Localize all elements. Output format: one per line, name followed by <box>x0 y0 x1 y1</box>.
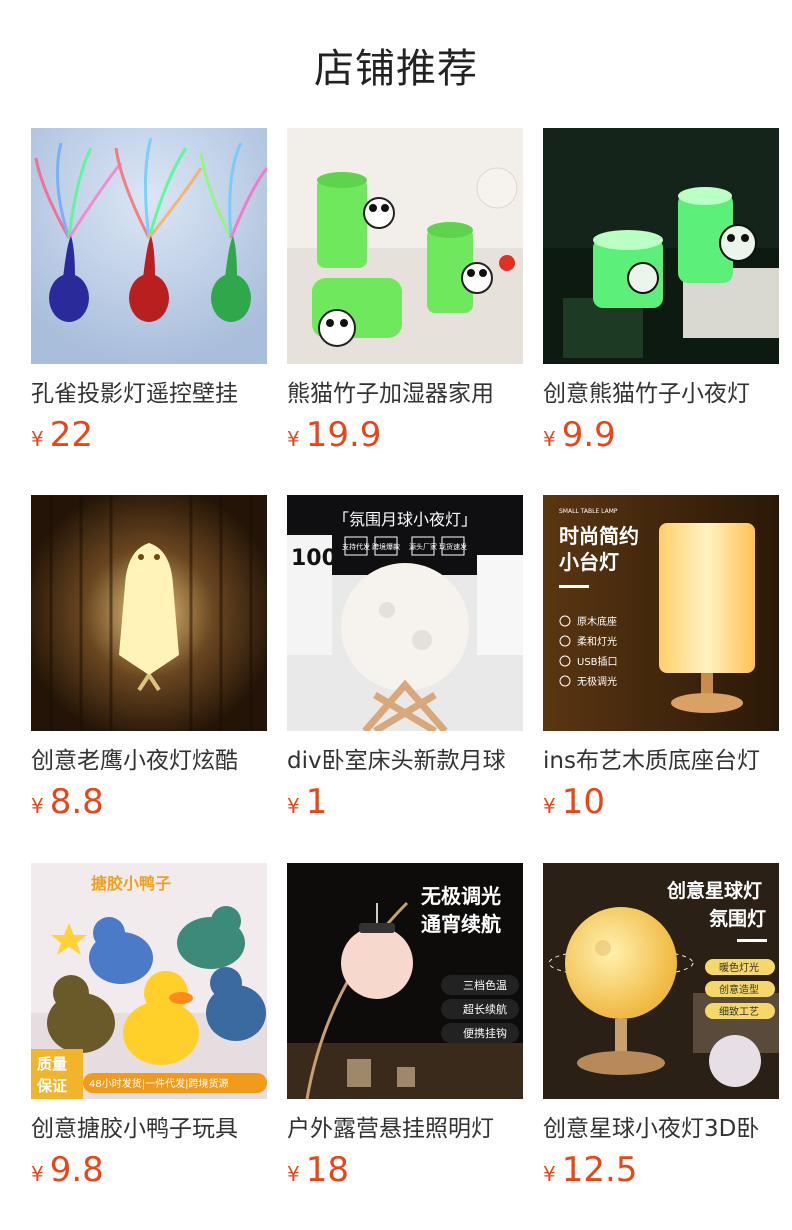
svg-text:现货速发: 现货速发 <box>439 542 467 551</box>
price-value: 19.9 <box>305 415 382 455</box>
svg-text:小台灯: 小台灯 <box>559 550 619 574</box>
product-name[interactable]: ins布艺木质底座台灯 <box>543 746 779 776</box>
currency-symbol: ¥ <box>543 427 556 451</box>
svg-text:氛围灯: 氛围灯 <box>709 907 766 930</box>
price-value: 9.8 <box>49 1150 104 1190</box>
svg-text:创意造型: 创意造型 <box>719 983 759 996</box>
product-price: ¥1 <box>287 782 523 828</box>
product-name[interactable]: div卧室床头新款月球 <box>287 746 523 776</box>
svg-text:USB插口: USB插口 <box>577 655 618 668</box>
svg-text:创意星球灯: 创意星球灯 <box>666 879 762 902</box>
svg-text:三档色温: 三档色温 <box>463 978 507 992</box>
product-name[interactable]: 创意星球小夜灯3D卧 <box>543 1114 779 1144</box>
product-price: ¥8.8 <box>31 782 267 828</box>
currency-symbol: ¥ <box>31 794 44 818</box>
svg-text:无极调光: 无极调光 <box>577 675 617 688</box>
product-image-camping-lamp[interactable]: 无极调光 通宵续航 三档色温 超长续航 便携挂钩 <box>287 863 523 1099</box>
product-name[interactable]: 熊猫竹子加湿器家用 <box>287 379 523 409</box>
product-card[interactable]: 创意老鹰小夜灯炫酷 ¥8.8 <box>31 495 267 828</box>
product-image-moon-lamp[interactable]: 「氛围月球小夜灯」 支持代发 跨境爆款 源头厂家 现货速发 100 <box>287 495 523 731</box>
price-value: 10 <box>561 782 605 822</box>
svg-text:时尚简约: 时尚简约 <box>559 524 639 548</box>
currency-symbol: ¥ <box>543 794 556 818</box>
product-price: ¥12.5 <box>543 1150 779 1196</box>
svg-text:暖色灯光: 暖色灯光 <box>719 961 759 974</box>
image-banner-text: 「氛围月球小夜灯」 <box>333 510 477 529</box>
svg-text:源头厂家: 源头厂家 <box>409 542 437 551</box>
store-recommendations-page: 店铺推荐 孔雀投影灯遥控壁挂 ¥ 22 熊猫竹子加湿器家用 ¥ 19.9 创意熊… <box>0 0 792 1230</box>
product-price: ¥22 <box>31 415 267 461</box>
svg-text:超长续航: 超长续航 <box>463 1002 507 1016</box>
product-name[interactable]: 创意老鹰小夜灯炫酷 <box>31 746 267 776</box>
product-card[interactable]: 熊猫竹子加湿器家用 ¥19.9 <box>287 128 523 461</box>
product-image-vinyl-ducks[interactable]: 搪胶小鸭子 质量 保证 48小时发货|一件代发|跨境货源 <box>31 863 267 1099</box>
product-image-glowing-panda-lamp[interactable] <box>543 128 779 364</box>
product-price: ¥9.8 <box>31 1150 267 1196</box>
price-value: 18 <box>305 1150 349 1190</box>
svg-text:柔和灯光: 柔和灯光 <box>577 635 617 648</box>
product-name[interactable]: 创意熊猫竹子小夜灯 <box>543 379 779 409</box>
product-card[interactable]: 无极调光 通宵续航 三档色温 超长续航 便携挂钩 户外露营悬挂照明灯 ¥18 <box>287 863 523 1196</box>
page-title: 店铺推荐 <box>314 46 478 92</box>
product-image-planet-lamp[interactable]: 创意星球灯 氛围灯 暖色灯光 创意造型 细致工艺 <box>543 863 779 1099</box>
svg-text:质量: 质量 <box>37 1055 67 1073</box>
product-card[interactable]: 「氛围月球小夜灯」 支持代发 跨境爆款 源头厂家 现货速发 100 div卧室床… <box>287 495 523 828</box>
product-image-fabric-table-lamp[interactable]: SMALL TABLE LAMP 时尚简约 小台灯 原木底座 柔和灯光 USB插… <box>543 495 779 731</box>
price-value: 8.8 <box>49 782 104 822</box>
price-value: 9.9 <box>561 415 616 455</box>
product-card[interactable]: SMALL TABLE LAMP 时尚简约 小台灯 原木底座 柔和灯光 USB插… <box>543 495 779 828</box>
product-name[interactable]: 创意搪胶小鸭子玩具 <box>31 1114 267 1144</box>
svg-text:细致工艺: 细致工艺 <box>719 1005 759 1018</box>
svg-text:搪胶小鸭子: 搪胶小鸭子 <box>91 874 171 893</box>
svg-text:保证: 保证 <box>36 1077 67 1095</box>
svg-text:原木底座: 原木底座 <box>577 615 617 628</box>
currency-symbol: ¥ <box>287 427 300 451</box>
price-value: 1 <box>305 782 328 822</box>
svg-text:无极调光: 无极调光 <box>421 884 501 908</box>
svg-text:跨境爆款: 跨境爆款 <box>372 542 400 551</box>
product-name[interactable]: 户外露营悬挂照明灯 <box>287 1114 523 1144</box>
svg-text:SMALL TABLE LAMP: SMALL TABLE LAMP <box>559 508 618 515</box>
product-card[interactable]: 孔雀投影灯遥控壁挂 ¥22 <box>31 128 267 461</box>
svg-text:100: 100 <box>291 546 337 571</box>
currency-symbol: ¥ <box>543 1162 556 1186</box>
product-price: ¥9.9 <box>543 415 779 461</box>
product-card[interactable]: 创意星球灯 氛围灯 暖色灯光 创意造型 细致工艺 创意星球小夜灯3D卧 ¥12.… <box>543 863 779 1196</box>
product-price: ¥10 <box>543 782 779 828</box>
product-card[interactable]: 搪胶小鸭子 质量 保证 48小时发货|一件代发|跨境货源 创意搪胶小鸭子玩具 ¥… <box>31 863 267 1196</box>
product-image-peacock-lamps[interactable] <box>31 128 267 364</box>
currency-symbol: ¥ <box>287 794 300 818</box>
svg-text:48小时发货|一件代发|跨境货源: 48小时发货|一件代发|跨境货源 <box>89 1077 228 1090</box>
price-value: 22 <box>49 415 93 455</box>
svg-text:便携挂钩: 便携挂钩 <box>463 1026 507 1040</box>
product-price: ¥18 <box>287 1150 523 1196</box>
currency-symbol: ¥ <box>31 427 44 451</box>
product-card[interactable]: 创意熊猫竹子小夜灯 ¥9.9 <box>543 128 779 461</box>
svg-text:支持代发: 支持代发 <box>342 542 370 551</box>
product-image-panda-humidifier[interactable] <box>287 128 523 364</box>
product-image-eagle-lamp[interactable] <box>31 495 267 731</box>
product-price: ¥19.9 <box>287 415 523 461</box>
price-value: 12.5 <box>561 1150 638 1190</box>
product-name[interactable]: 孔雀投影灯遥控壁挂 <box>31 379 267 409</box>
svg-text:通宵续航: 通宵续航 <box>421 912 501 936</box>
currency-symbol: ¥ <box>31 1162 44 1186</box>
currency-symbol: ¥ <box>287 1162 300 1186</box>
